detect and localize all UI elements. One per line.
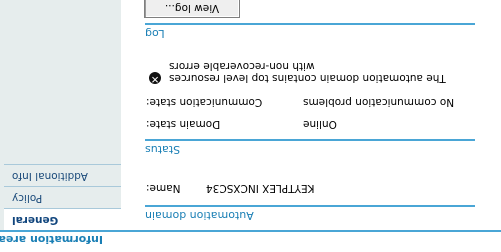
status-header: Status — [145, 139, 475, 156]
sidebar-item-additional-info[interactable]: Additional Info — [4, 164, 121, 186]
section-divider — [145, 205, 475, 207]
domain-state-label: Domain state: — [146, 118, 221, 130]
communication-state-label: Communication state: — [146, 96, 263, 108]
panel-title: Information area — [0, 233, 103, 246]
status-heading: Status — [145, 143, 181, 156]
sidebar-item-policy[interactable]: Policy — [4, 186, 121, 208]
sidebar-item-label: Policy — [12, 192, 43, 204]
main-content: Automation domain Name: KEYTPLEX INCXSC3… — [121, 0, 475, 230]
error-x-icon: ✕ — [149, 72, 161, 84]
automation-domain-heading: Automation domain — [145, 209, 254, 222]
section-divider — [145, 23, 475, 25]
log-heading: Log — [145, 27, 165, 40]
status-message-line-1: The automation domain contains top level… — [169, 72, 446, 84]
name-label: Name: — [146, 182, 181, 194]
sidebar-item-label: General — [12, 214, 59, 226]
status-message-line-2: with non-recoverable errors — [169, 60, 315, 72]
sidebar-item-general[interactable]: General — [4, 208, 121, 230]
panel-title-underline — [0, 230, 501, 232]
sidebar-item-label: Additional Info — [12, 170, 88, 182]
section-divider — [145, 139, 475, 141]
sidebar: General Policy Additional Info — [0, 0, 121, 230]
log-header: Log — [145, 23, 475, 40]
domain-state-value: Online — [303, 118, 337, 130]
view-log-button[interactable]: View log... — [144, 0, 240, 18]
name-value: KEYTPLEX INCXSC34 — [206, 182, 315, 194]
communication-state-value: No communication problems — [303, 96, 455, 108]
automation-domain-header: Automation domain — [145, 205, 475, 222]
